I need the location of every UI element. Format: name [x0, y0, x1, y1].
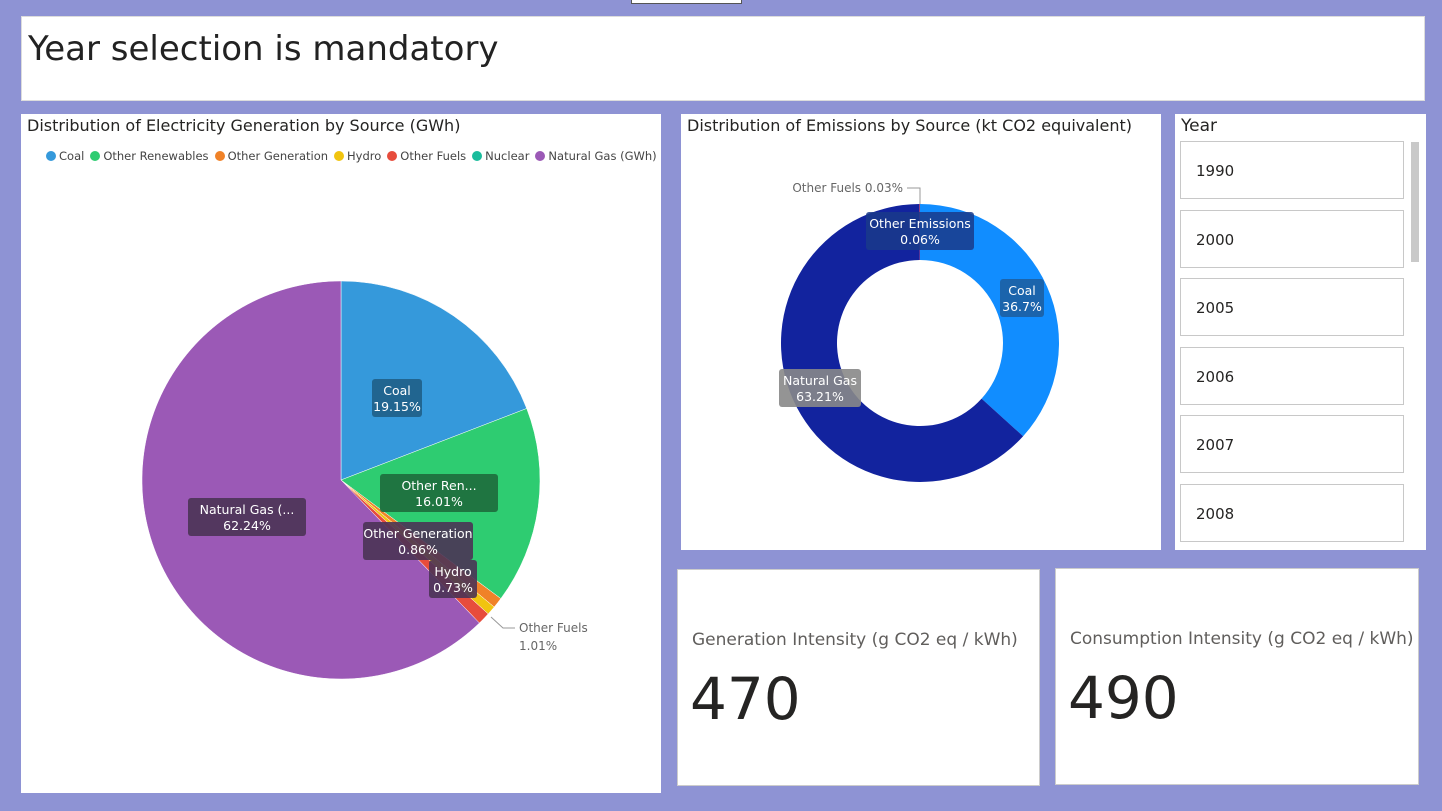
svg-text:1.01%: 1.01%: [519, 639, 557, 653]
data-label-other-renewables: Other Ren...16.01%: [380, 474, 498, 512]
page-title: Year selection is mandatory: [28, 29, 499, 69]
data-label-coal: Coal36.7%: [1000, 279, 1044, 317]
svg-text:Coal: Coal: [1008, 283, 1036, 298]
year-slicer-title: Year: [1181, 116, 1217, 136]
data-label-coal: Coal19.15%: [372, 379, 422, 417]
svg-text:Hydro: Hydro: [434, 564, 471, 579]
consumption-intensity-card: Consumption Intensity (g CO2 eq / kWh) 4…: [1055, 568, 1419, 785]
svg-text:63.21%: 63.21%: [796, 389, 844, 404]
svg-text:0.73%: 0.73%: [433, 580, 473, 595]
year-option-1990[interactable]: 1990: [1180, 141, 1404, 199]
data-label-natural-gas: Natural Gas (...62.24%: [188, 498, 306, 536]
generation-intensity-value: 470: [690, 665, 801, 733]
year-option-2005[interactable]: 2005: [1180, 278, 1404, 336]
svg-text:Other Generation: Other Generation: [363, 526, 472, 541]
consumption-intensity-label: Consumption Intensity (g CO2 eq / kWh): [1070, 629, 1414, 649]
svg-text:0.06%: 0.06%: [900, 232, 940, 247]
generation-pie-svg[interactable]: Coal19.15% Other Ren...16.01% Other Genera…: [21, 114, 661, 793]
data-label-hydro: Hydro0.73%: [429, 560, 477, 598]
svg-text:0.86%: 0.86%: [398, 542, 438, 557]
year-option-2008[interactable]: 2008: [1180, 484, 1404, 542]
generation-intensity-label: Generation Intensity (g CO2 eq / kWh): [692, 630, 1018, 650]
year-option-2007[interactable]: 2007: [1180, 415, 1404, 473]
year-option-2000[interactable]: 2000: [1180, 210, 1404, 268]
slicer-scrollbar-thumb[interactable]: [1411, 142, 1419, 262]
header-banner: Year selection is mandatory: [21, 16, 1425, 101]
data-label-other-generation: Other Generation0.86%: [363, 522, 473, 560]
svg-text:Natural Gas: Natural Gas: [783, 373, 857, 388]
emissions-donut-svg[interactable]: Other Emissions0.06% Coal36.7% Natural Gas…: [681, 114, 1161, 550]
svg-text:Other Emissions: Other Emissions: [869, 216, 971, 231]
svg-text:Natural Gas (...: Natural Gas (...: [200, 502, 295, 517]
svg-text:Other Fuels: Other Fuels: [519, 621, 588, 635]
data-label-other-fuels: Other Fuels 0.03%: [792, 181, 921, 204]
svg-text:Coal: Coal: [383, 383, 411, 398]
svg-text:16.01%: 16.01%: [415, 494, 463, 509]
svg-text:19.15%: 19.15%: [373, 399, 421, 414]
top-tab-handle[interactable]: [631, 0, 742, 4]
data-label-natural-gas: Natural Gas63.21%: [779, 369, 861, 407]
year-slicer[interactable]: Year 1990 2000 2005 2006 2007 2008: [1175, 114, 1426, 550]
svg-text:36.7%: 36.7%: [1002, 299, 1042, 314]
emissions-donut-chart[interactable]: Distribution of Emissions by Source (kt …: [681, 114, 1161, 550]
svg-text:62.24%: 62.24%: [223, 518, 271, 533]
year-option-2006[interactable]: 2006: [1180, 347, 1404, 405]
generation-intensity-card: Generation Intensity (g CO2 eq / kWh) 47…: [677, 569, 1040, 786]
svg-text:Other Ren...: Other Ren...: [401, 478, 476, 493]
consumption-intensity-value: 490: [1068, 664, 1179, 732]
data-label-other-emissions: Other Emissions0.06%: [866, 212, 974, 250]
svg-text:Other Fuels 0.03%: Other Fuels 0.03%: [792, 181, 903, 195]
generation-pie-chart[interactable]: Distribution of Electricity Generation b…: [21, 114, 661, 793]
data-label-other-fuels: Other Fuels 1.01%: [490, 616, 588, 653]
